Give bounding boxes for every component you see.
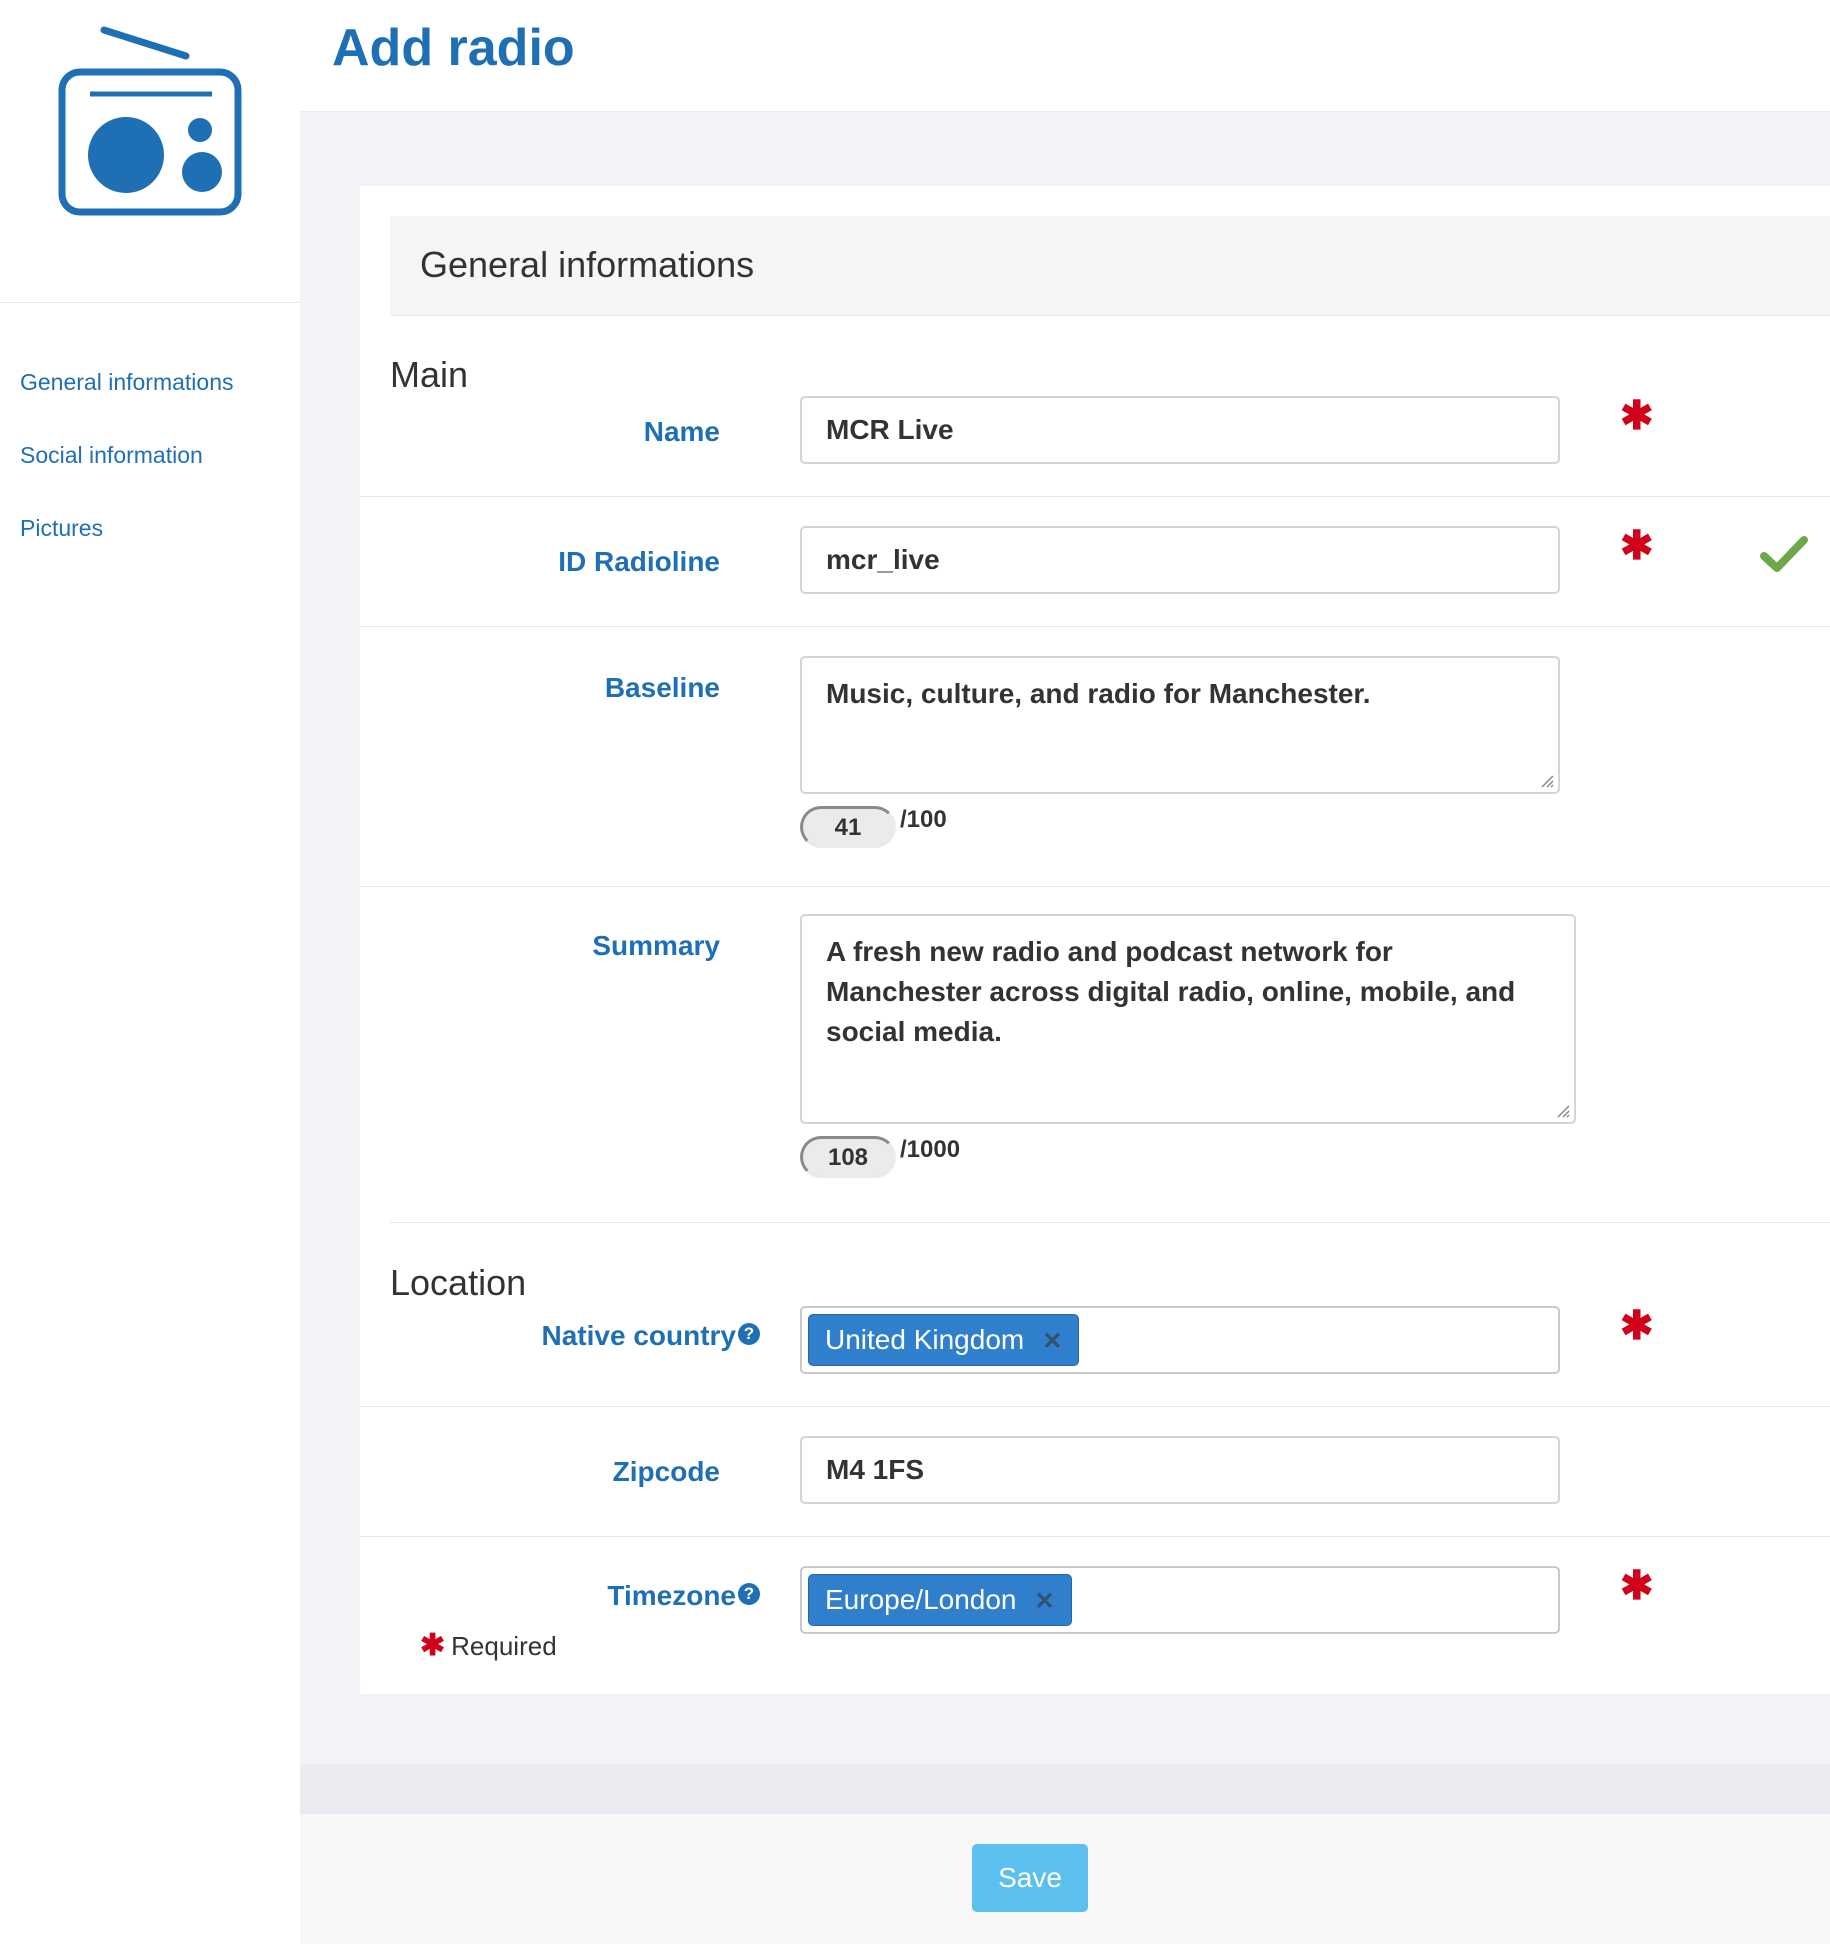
form-row-baseline: Baseline Music, culture, and radio for M… [360,656,1830,856]
baseline-label: Baseline [604,672,720,703]
form-row-timezone: Timezone? Europe/London ✕ ✱ ✱ Required [360,1566,1830,1686]
id-radioline-label: ID Radioline [558,546,720,577]
required-legend-text: Required [451,1631,557,1661]
native-country-select[interactable]: United Kingdom ✕ [800,1306,1560,1374]
native-country-label: Native country? [541,1320,760,1352]
char-max: /1000 [900,1136,961,1163]
required-asterisk-icon: ✱ [1620,1304,1654,1348]
baseline-text: Music, culture, and radio for Manchester… [826,678,1371,709]
zipcode-input[interactable] [800,1436,1560,1504]
sidebar-item-general-informations[interactable]: General informations [20,362,234,435]
sidebar-item-pictures[interactable]: Pictures [20,508,234,581]
check-icon [1760,534,1808,579]
section-divider [390,1222,1830,1223]
times-icon[interactable]: ✕ [1042,1317,1062,1367]
form-row-id-radioline: ID Radioline ✱ [360,526,1830,626]
radio-logo-icon [50,22,250,222]
question-circle-icon[interactable]: ? [738,1323,760,1345]
footer-band [300,1764,1830,1814]
selected-tag: Europe/London ✕ [808,1574,1072,1626]
char-max: /100 [900,806,947,833]
page-title: Add radio [332,19,575,77]
save-button[interactable]: Save [972,1844,1088,1912]
times-icon[interactable]: ✕ [1035,1577,1055,1627]
form-row-summary: Summary A fresh new radio and podcast ne… [360,914,1830,1178]
sidebar-item-social-information[interactable]: Social information [20,435,234,508]
card-title: General informations [420,244,755,285]
sidebar-nav: General informations Social information … [20,362,234,581]
page-header: Add radio [300,0,1830,112]
row-divider [360,886,1830,887]
form-row-native-country: Native country? United Kingdom ✕ ✱ [360,1306,1830,1406]
row-divider [360,1406,1830,1407]
form-row-name: Name ✱ [360,396,1830,496]
form-row-zipcode: Zipcode [360,1436,1830,1536]
resize-grip-icon[interactable] [1538,772,1554,788]
baseline-textarea[interactable]: Music, culture, and radio for Manchester… [800,656,1560,794]
row-divider [360,626,1830,627]
tag-label: United Kingdom [825,1324,1025,1355]
summary-textarea[interactable]: A fresh new radio and podcast network fo… [800,914,1576,1124]
selected-tag: United Kingdom ✕ [808,1314,1080,1367]
section-title-location: Location [390,1262,527,1303]
row-divider [360,496,1830,497]
row-divider [360,1536,1830,1537]
zipcode-label: Zipcode [612,1456,720,1487]
form-footer: Save [300,1814,1830,1944]
summary-text: A fresh new radio and podcast network fo… [826,936,1516,1047]
timezone-select[interactable]: Europe/London ✕ [800,1566,1560,1634]
native-country-label-text: Native country [541,1320,737,1351]
summary-label: Summary [592,930,720,961]
required-legend: ✱ Required [420,1628,557,1663]
char-count: 41 [800,806,896,848]
timezone-label-text: Timezone [607,1580,736,1611]
asterisk-icon: ✱ [420,1629,446,1662]
resize-grip-icon[interactable] [1554,1102,1570,1118]
required-asterisk-icon: ✱ [1620,524,1654,568]
tag-label: Europe/London [825,1584,1017,1615]
required-asterisk-icon: ✱ [1620,1564,1654,1608]
form-card: General informations Main Name ✱ ID Radi… [360,186,1830,1694]
sidebar-divider [0,302,300,303]
name-label: Name [643,416,720,447]
question-circle-icon[interactable]: ? [738,1583,760,1605]
sidebar: General informations Social information … [0,0,300,1944]
name-input[interactable] [800,396,1560,464]
id-radioline-input[interactable] [800,526,1560,594]
section-title-main: Main [390,354,469,395]
timezone-label: Timezone? [607,1580,760,1612]
card-header: General informations [390,216,1830,316]
char-count: 108 [800,1136,896,1178]
required-asterisk-icon: ✱ [1620,394,1654,438]
